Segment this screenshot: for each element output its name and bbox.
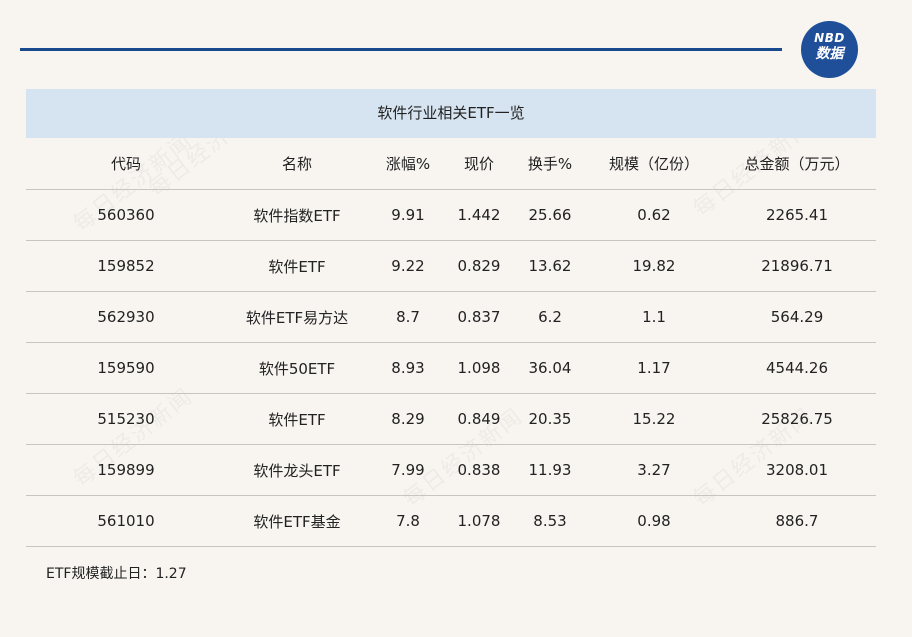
cell-scale: 1.1	[590, 291, 718, 343]
cell-scale: 15.22	[590, 393, 718, 445]
cell-code: 159590	[26, 342, 226, 394]
etf-table: 代码 名称 涨幅% 现价 换手% 规模（亿份） 总金额（万元） 560360 软…	[26, 138, 876, 547]
cell-price: 0.829	[448, 240, 510, 292]
cell-name: 软件ETF易方达	[226, 291, 368, 343]
table-row: 515230 软件ETF 8.29 0.849 20.35 15.22 2582…	[26, 393, 876, 445]
cell-scale: 1.17	[590, 342, 718, 394]
header-rule	[20, 48, 782, 51]
table-row: 562930 软件ETF易方达 8.7 0.837 6.2 1.1 564.29	[26, 291, 876, 343]
cell-name: 软件ETF基金	[226, 495, 368, 547]
cell-price: 0.838	[448, 444, 510, 496]
header-turnover-pct: 换手%	[510, 138, 590, 190]
cell-turnover-pct: 25.66	[510, 189, 590, 241]
cell-price: 1.078	[448, 495, 510, 547]
header-price: 现价	[448, 138, 510, 190]
cell-price: 0.849	[448, 393, 510, 445]
cell-total-amount: 3208.01	[718, 444, 876, 496]
cell-change-pct: 7.8	[368, 495, 448, 547]
header-scale: 规模（亿份）	[590, 138, 718, 190]
cell-total-amount: 21896.71	[718, 240, 876, 292]
cell-price: 0.837	[448, 291, 510, 343]
cell-scale: 19.82	[590, 240, 718, 292]
cell-price: 1.442	[448, 189, 510, 241]
cell-change-pct: 8.93	[368, 342, 448, 394]
cell-scale: 0.62	[590, 189, 718, 241]
cell-total-amount: 25826.75	[718, 393, 876, 445]
table-row: 159590 软件50ETF 8.93 1.098 36.04 1.17 454…	[26, 342, 876, 394]
cell-code: 159899	[26, 444, 226, 496]
cell-code: 159852	[26, 240, 226, 292]
header-total-amount: 总金额（万元）	[718, 138, 876, 190]
logo-text-data: 数据	[815, 46, 844, 62]
cell-scale: 0.98	[590, 495, 718, 547]
cell-change-pct: 9.91	[368, 189, 448, 241]
logo-text-nbd: NBD	[814, 31, 845, 45]
cell-code: 561010	[26, 495, 226, 547]
cell-turnover-pct: 6.2	[510, 291, 590, 343]
table-title: 软件行业相关ETF一览	[26, 89, 876, 138]
nbd-data-logo: NBD 数据	[801, 21, 858, 78]
cell-code: 515230	[26, 393, 226, 445]
cell-total-amount: 564.29	[718, 291, 876, 343]
cell-change-pct: 9.22	[368, 240, 448, 292]
table-row: 159899 软件龙头ETF 7.99 0.838 11.93 3.27 320…	[26, 444, 876, 496]
cell-change-pct: 7.99	[368, 444, 448, 496]
header-code: 代码	[26, 138, 226, 190]
cell-name: 软件指数ETF	[226, 189, 368, 241]
cell-turnover-pct: 13.62	[510, 240, 590, 292]
table-row: 561010 软件ETF基金 7.8 1.078 8.53 0.98 886.7	[26, 495, 876, 547]
cell-turnover-pct: 8.53	[510, 495, 590, 547]
cell-total-amount: 4544.26	[718, 342, 876, 394]
footnote: ETF规模截止日：1.27	[46, 566, 187, 582]
cell-total-amount: 2265.41	[718, 189, 876, 241]
cell-name: 软件ETF	[226, 240, 368, 292]
table-header-row: 代码 名称 涨幅% 现价 换手% 规模（亿份） 总金额（万元）	[26, 138, 876, 190]
cell-turnover-pct: 20.35	[510, 393, 590, 445]
cell-code: 562930	[26, 291, 226, 343]
cell-scale: 3.27	[590, 444, 718, 496]
cell-turnover-pct: 36.04	[510, 342, 590, 394]
cell-name: 软件龙头ETF	[226, 444, 368, 496]
cell-name: 软件ETF	[226, 393, 368, 445]
cell-total-amount: 886.7	[718, 495, 876, 547]
cell-change-pct: 8.7	[368, 291, 448, 343]
cell-name: 软件50ETF	[226, 342, 368, 394]
cell-code: 560360	[26, 189, 226, 241]
cell-change-pct: 8.29	[368, 393, 448, 445]
cell-turnover-pct: 11.93	[510, 444, 590, 496]
header-change-pct: 涨幅%	[368, 138, 448, 190]
table-row: 159852 软件ETF 9.22 0.829 13.62 19.82 2189…	[26, 240, 876, 292]
table-row: 560360 软件指数ETF 9.91 1.442 25.66 0.62 226…	[26, 189, 876, 241]
cell-price: 1.098	[448, 342, 510, 394]
header-name: 名称	[226, 138, 368, 190]
